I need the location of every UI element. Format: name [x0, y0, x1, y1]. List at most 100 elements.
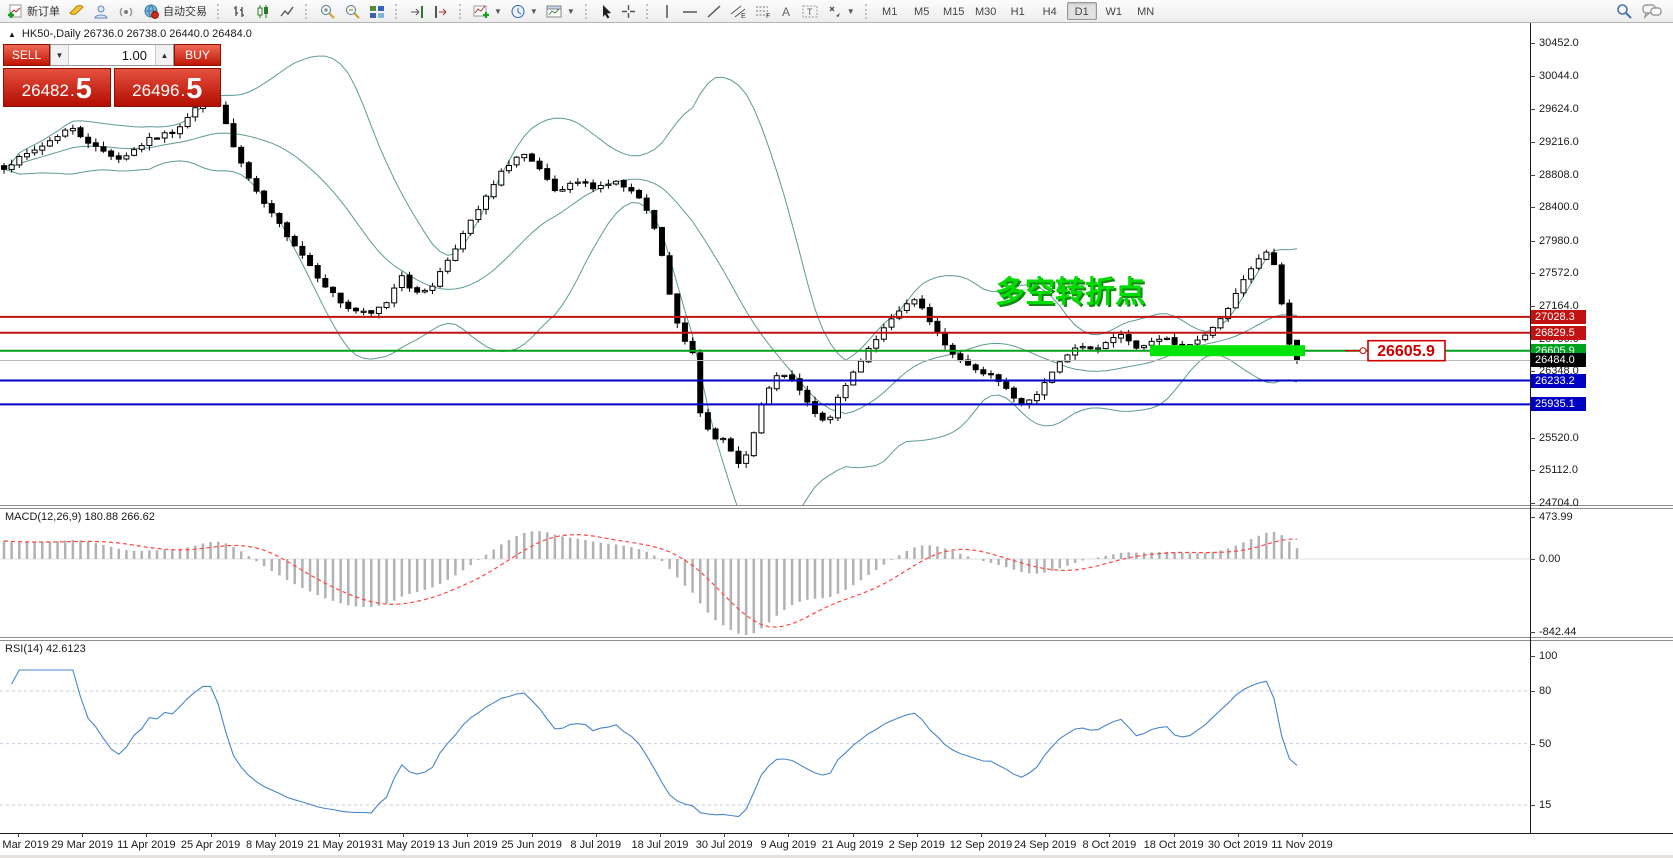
bull-candle [392, 288, 397, 303]
bear-candle [629, 188, 634, 191]
bull-candle [835, 397, 840, 418]
time-axis-tick [467, 833, 468, 837]
bear-candle [981, 370, 986, 374]
timeframe-m5-button[interactable]: M5 [907, 2, 937, 20]
highlight-zone[interactable] [1150, 345, 1305, 356]
timeframe-m30-button[interactable]: M30 [971, 2, 1001, 20]
timeframe-w1-button[interactable]: W1 [1099, 2, 1129, 20]
bull-candle [1057, 362, 1062, 372]
templates-button[interactable]: ▼ [542, 1, 579, 21]
bear-candle [78, 128, 83, 137]
timeframe-d1-button[interactable]: D1 [1067, 2, 1097, 20]
bull-candle [575, 182, 580, 183]
autotrading-button[interactable]: 自动交易 [139, 1, 211, 21]
community-button[interactable] [89, 1, 114, 21]
chart-shift-icon [433, 4, 449, 19]
buy-price-box[interactable]: 26496.5 [114, 68, 222, 107]
bar-chart-button[interactable] [227, 1, 251, 21]
candlestick-button[interactable] [251, 1, 275, 21]
timeframe-group: M1M5M15M30H1H4D1W1MN [875, 2, 1161, 20]
collapse-marker-icon[interactable]: ▲ [8, 30, 16, 39]
rsi-axis-tick [1530, 744, 1535, 745]
text-label-button[interactable]: T [798, 1, 823, 21]
timeframe-mn-button[interactable]: MN [1131, 2, 1161, 20]
bull-candle [904, 304, 909, 311]
pane-separator[interactable] [0, 637, 1673, 638]
rsi-indicator-pane[interactable] [0, 641, 1673, 833]
bear-candle [552, 179, 557, 190]
bear-candle [927, 308, 932, 322]
bollinger-middle-band [4, 133, 1297, 413]
time-axis-tick [1302, 833, 1303, 837]
zoom-in-button[interactable] [315, 1, 340, 21]
svg-text:F: F [766, 13, 770, 19]
tile-windows-button[interactable] [365, 1, 389, 21]
toolbar-grip [459, 4, 465, 19]
new-order-button[interactable]: 新订单 [3, 1, 64, 21]
pane-separator[interactable] [0, 640, 1673, 641]
pane-separator[interactable] [0, 505, 1673, 506]
line-chart-button[interactable] [275, 1, 299, 21]
bull-candle [1218, 319, 1223, 328]
bull-candle [430, 286, 435, 290]
bull-candle [912, 300, 917, 304]
text-button[interactable]: A [776, 1, 798, 21]
time-axis-tick [18, 833, 19, 837]
main-price-chart[interactable]: 多空转折点多空转折点26605.9 [0, 23, 1673, 505]
bear-candle [790, 375, 795, 379]
sell-price-box[interactable]: 26482.5 [3, 68, 111, 107]
sell-button[interactable]: SELL [3, 44, 50, 66]
signals-button[interactable] [114, 1, 139, 21]
tag-anchor-dot[interactable] [1360, 348, 1366, 354]
horizontal-line-button[interactable] [678, 1, 702, 21]
crosshair-button[interactable] [617, 1, 640, 21]
bull-candle [1103, 343, 1108, 349]
volume-input[interactable]: 1.00 [69, 45, 155, 65]
periods-button[interactable]: ▼ [506, 1, 542, 21]
dropdown-arrow-icon: ▼ [494, 7, 502, 16]
pane-separator[interactable] [0, 508, 1673, 509]
bear-candle [659, 228, 664, 256]
mt4-terminal: { "toolbar": { "new_order_label": "新订单",… [0, 0, 1673, 858]
new-order-icon [7, 4, 24, 19]
bear-candle [1272, 253, 1277, 265]
arrows-button[interactable]: ▼ [823, 1, 859, 21]
trendline-button[interactable] [702, 1, 726, 21]
text-icon: A [780, 4, 793, 19]
zoom-out-button[interactable] [340, 1, 365, 21]
bear-candle [155, 138, 160, 139]
search-icon[interactable] [1616, 3, 1632, 19]
bull-candle [874, 340, 879, 349]
volume-increase-button[interactable]: ▲ [155, 45, 173, 65]
macd-axis-label: -842.44 [1539, 626, 1576, 638]
bear-candle [1126, 335, 1131, 341]
symbol-header: ▲ HK50-,Daily 26736.0 26738.0 26440.0 26… [8, 28, 252, 40]
timeframe-h4-button[interactable]: H4 [1035, 2, 1065, 20]
bear-candle [652, 211, 657, 229]
bear-candle [805, 390, 810, 402]
chat-icon[interactable] [1642, 3, 1662, 19]
bear-candle [637, 190, 642, 197]
rsi-axis-label: 15 [1539, 799, 1551, 811]
zoom-in-icon [319, 4, 336, 19]
favorites-button[interactable] [64, 1, 89, 21]
timeframe-h1-button[interactable]: H1 [1003, 2, 1033, 20]
timeframe-m1-button[interactable]: M1 [875, 2, 905, 20]
indicators-button[interactable]: ▼ [469, 1, 506, 21]
timeframe-m15-button[interactable]: M15 [939, 2, 969, 20]
equidistant-channel-button[interactable]: E [726, 1, 751, 21]
chart-shift-button[interactable] [429, 1, 453, 21]
fibonacci-button[interactable]: F [751, 1, 776, 21]
macd-indicator-pane[interactable] [0, 509, 1673, 637]
auto-scroll-button[interactable] [405, 1, 429, 21]
volume-decrease-button[interactable]: ▼ [51, 45, 69, 65]
bull-candle [774, 376, 779, 389]
bear-candle [537, 161, 542, 168]
annotation-text[interactable]: 多空转折点 [995, 276, 1145, 309]
vertical-line-button[interactable] [656, 1, 678, 21]
buy-button[interactable]: BUY [174, 44, 221, 66]
macd-axis-tick [1530, 517, 1535, 518]
rsi-axis-label: 50 [1539, 738, 1551, 750]
cursor-button[interactable] [595, 1, 617, 21]
bull-candle [1164, 338, 1169, 339]
